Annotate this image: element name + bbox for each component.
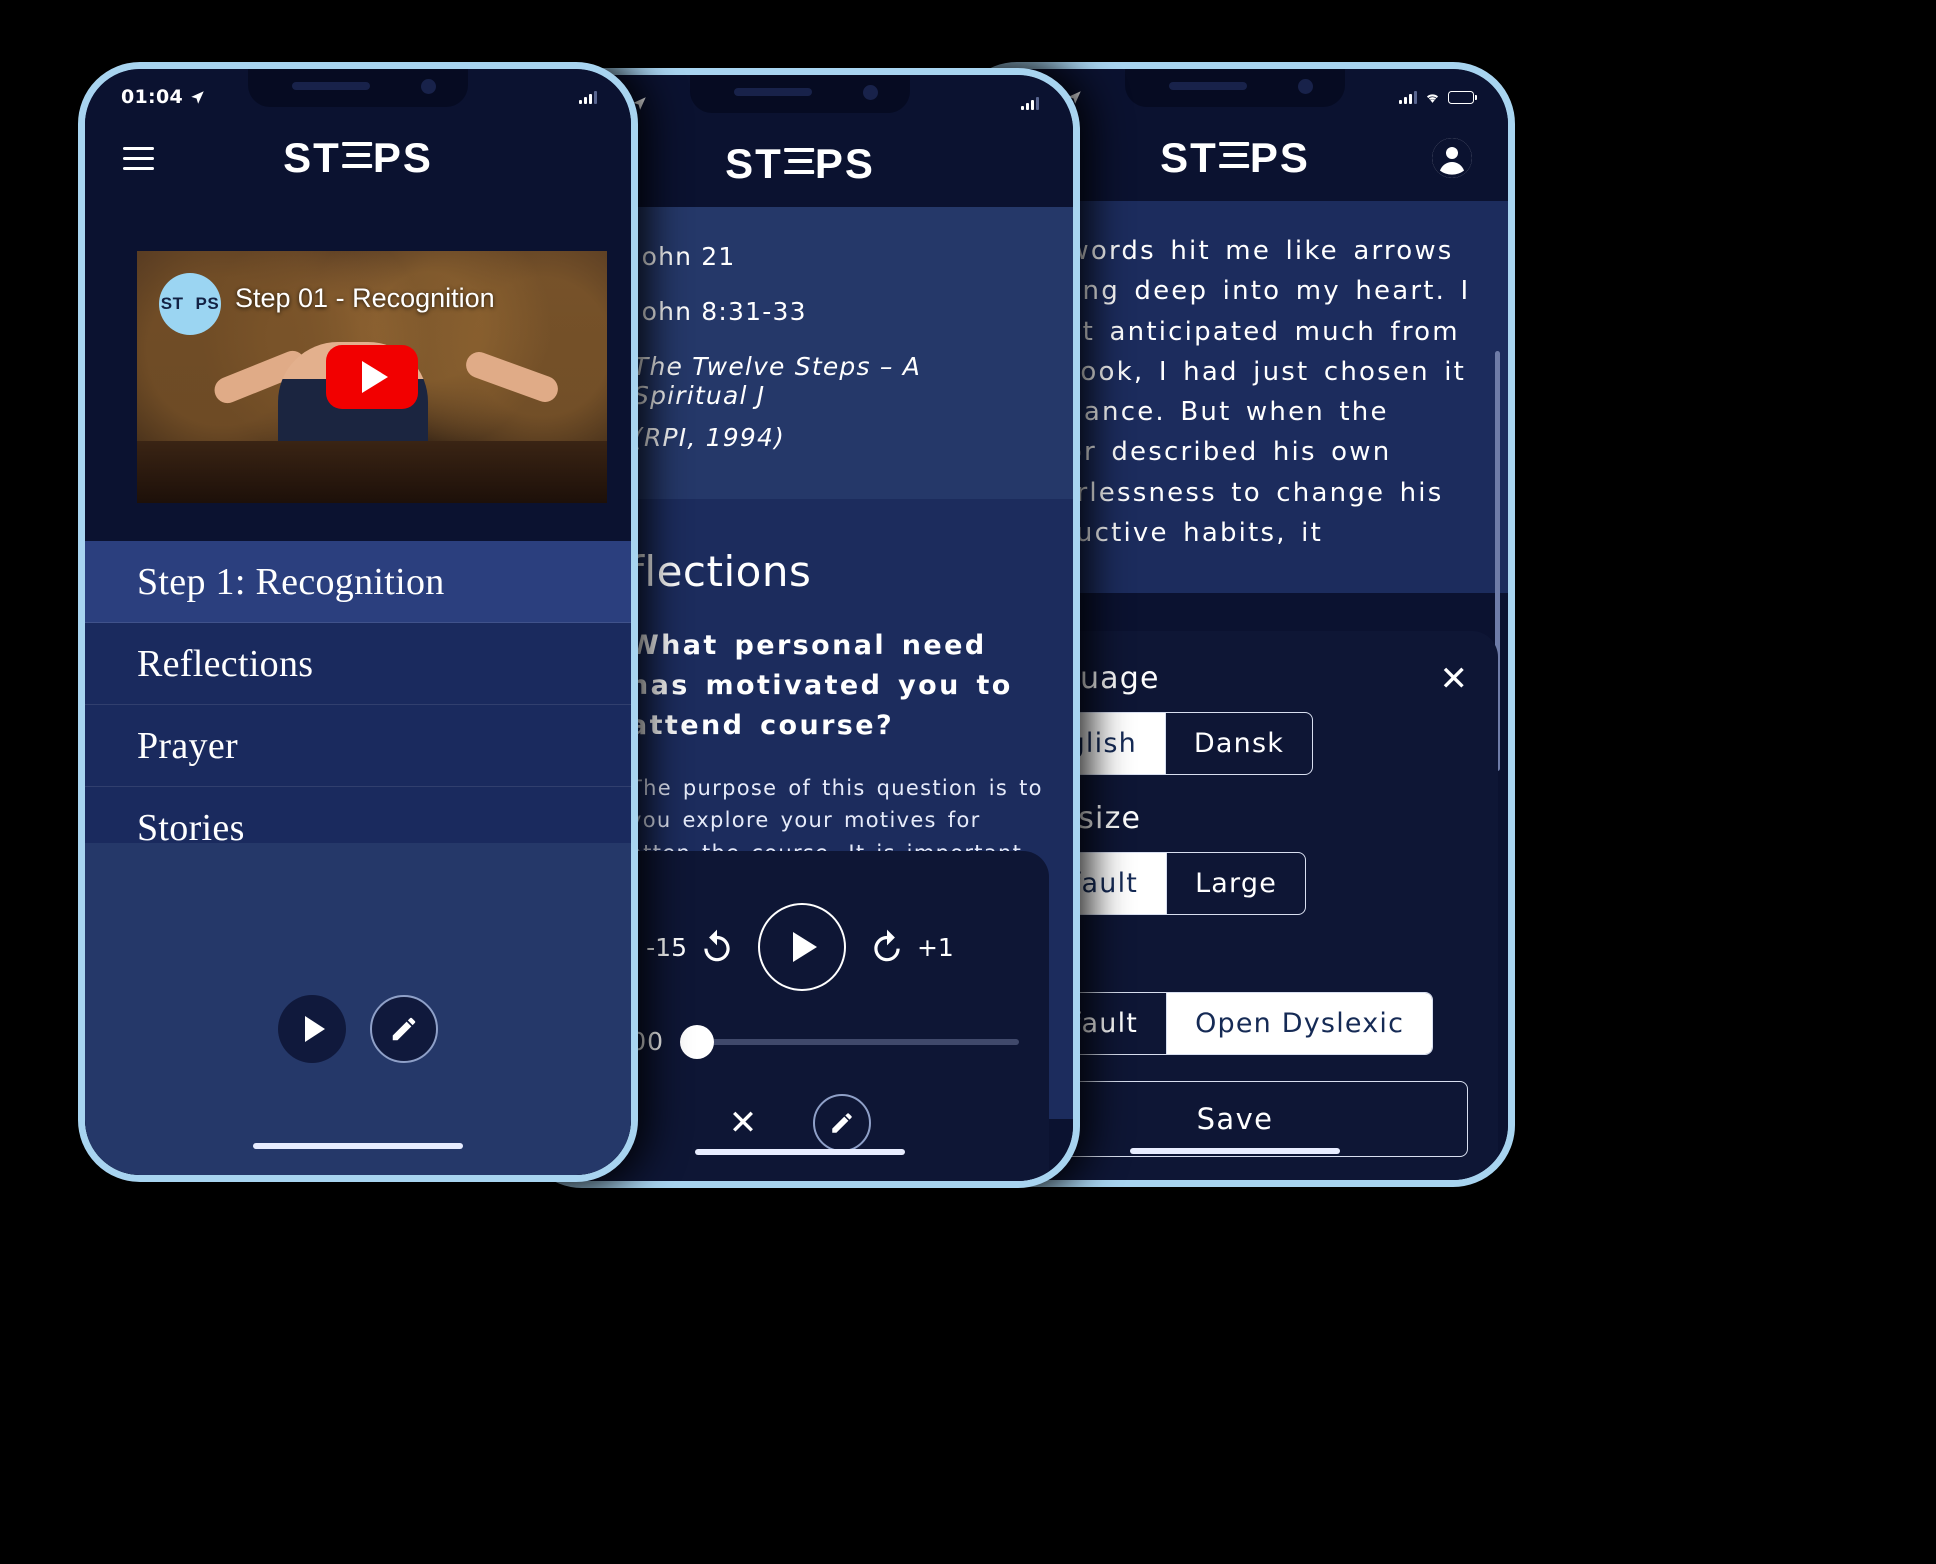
status-time: 01:04	[121, 86, 183, 108]
edit-notes-fab[interactable]	[370, 995, 438, 1063]
forward-label: +1	[916, 932, 954, 962]
close-icon[interactable]: ✕	[1440, 662, 1469, 696]
location-arrow-icon	[191, 90, 204, 104]
account-circle-icon[interactable]	[1432, 138, 1472, 178]
header-spacer	[564, 153, 595, 163]
battery-icon	[1448, 90, 1477, 104]
logo-e-mark-icon	[341, 138, 372, 172]
sidebar-item-reflections[interactable]: Reflections	[85, 623, 631, 705]
youtube-video-embed[interactable]: ST PS Step 01 - Recognition	[137, 251, 607, 503]
front-camera	[421, 79, 436, 94]
rotate-right-icon	[874, 929, 900, 962]
sidebar-item-prayer[interactable]: Prayer	[85, 705, 631, 787]
logo-text-after: PS	[372, 134, 433, 181]
floating-action-buttons	[278, 995, 438, 1063]
notch	[248, 69, 468, 107]
pencil-icon	[832, 1113, 852, 1133]
home-indicator	[253, 1143, 463, 1149]
video-title[interactable]: Step 01 - Recognition	[235, 283, 495, 314]
signal-bars-icon	[1399, 90, 1417, 104]
logo-text-after: PS	[1249, 134, 1310, 181]
avatar-logo-e-mark-icon	[184, 295, 196, 309]
rotate-left-icon	[704, 929, 730, 962]
logo-text-after: PS	[814, 140, 875, 187]
progress-slider[interactable]	[680, 1024, 1019, 1059]
home-indicator	[1130, 1148, 1340, 1154]
avatar-logo: ST PS	[161, 294, 219, 314]
sidebar-item-step-1[interactable]: Step 1: Recognition	[85, 541, 631, 623]
earpiece-speaker	[292, 82, 370, 90]
forward-15-button[interactable]: +1	[868, 928, 954, 966]
question-text: What personal need has motivated you to …	[629, 630, 1013, 741]
youtube-play-icon[interactable]	[326, 345, 418, 409]
signal-bars-icon	[1021, 96, 1039, 110]
logo-e-mark-icon	[783, 144, 814, 178]
play-pause-button[interactable]	[757, 903, 846, 991]
reference-text: John 21	[633, 242, 736, 271]
language-option-dansk[interactable]: Dansk	[1164, 713, 1312, 774]
slider-thumb[interactable]	[680, 1024, 715, 1059]
close-icon[interactable]: ✕	[729, 1106, 758, 1140]
play-audio-fab[interactable]	[278, 995, 346, 1063]
section-nav-list: Step 1: Recognition Reflections Prayer S…	[85, 541, 631, 869]
front-camera	[1298, 79, 1313, 94]
rewind-15-button[interactable]: -15	[646, 928, 736, 966]
phone-1-screen: 01:04 ST PS ST PS Step 01 - Recognition …	[85, 69, 631, 1175]
reference-text: John 8:31-33	[633, 297, 807, 326]
notch	[1125, 69, 1345, 107]
pencil-icon	[392, 1017, 416, 1041]
logo-e-mark-icon	[1218, 138, 1249, 172]
text-size-option-large[interactable]: Large	[1166, 853, 1305, 914]
home-indicator	[695, 1149, 905, 1155]
app-logo: ST PS	[283, 134, 433, 182]
font-option-open-dyslexic[interactable]: Open Dyslexic	[1166, 993, 1433, 1054]
app-header: ST PS	[85, 115, 631, 201]
reference-text: (RPI, 1994)	[633, 423, 786, 452]
wifi-icon	[1426, 93, 1439, 103]
app-logo: ST PS	[1160, 134, 1310, 182]
avatar-logo-after: PS	[195, 294, 220, 313]
youtube-channel-avatar[interactable]: ST PS	[159, 273, 221, 335]
edit-notes-button[interactable]	[813, 1094, 872, 1152]
signal-bars-icon	[579, 90, 597, 104]
reference-text: The Twelve Steps – A Spiritual J	[633, 352, 922, 410]
screenshot-stage: 01:04 ST PS ST PS Step 01 - Recognition …	[0, 0, 1936, 1564]
phone-1-frame: 01:04 ST PS ST PS Step 01 - Recognition …	[78, 62, 638, 1182]
logo-text-before: ST	[725, 140, 783, 187]
rewind-label: -15	[646, 932, 687, 962]
avatar-logo-before: ST	[160, 294, 184, 313]
header-spacer	[1006, 159, 1037, 169]
logo-text-before: ST	[1160, 134, 1218, 181]
logo-text-before: ST	[283, 134, 341, 181]
phone-1-content: ST PS Step 01 - Recognition Step 1: Reco…	[85, 201, 631, 1175]
front-camera	[863, 85, 878, 100]
account-avatar-glyph	[1432, 138, 1472, 178]
earpiece-speaker	[1169, 82, 1247, 90]
hamburger-menu-icon[interactable]	[121, 141, 156, 176]
video-foreground-pews	[137, 441, 607, 503]
earpiece-speaker	[734, 88, 812, 96]
notch	[690, 75, 910, 113]
app-logo: ST PS	[725, 140, 875, 188]
